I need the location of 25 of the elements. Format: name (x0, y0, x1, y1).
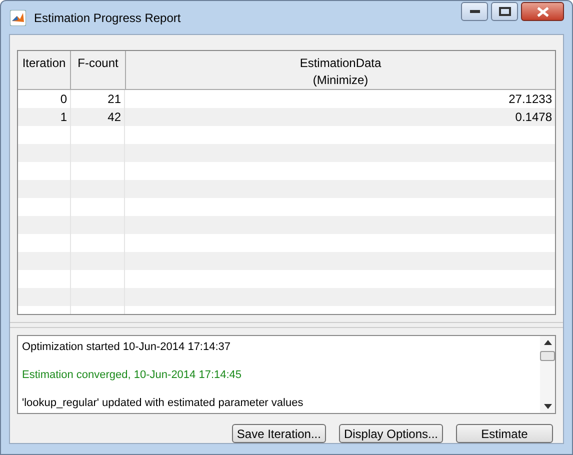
minimize-button[interactable] (461, 2, 488, 21)
maximize-button[interactable] (491, 2, 518, 21)
column-header[interactable]: Iteration (18, 51, 71, 89)
action-button[interactable]: Estimate (456, 424, 553, 443)
table-cell: 42 (71, 108, 125, 126)
table-cell-text: 27.1233 (508, 91, 553, 108)
log-message: Optimization started 10-Jun-2014 17:14:37 (22, 340, 232, 355)
log-message: Estimation converged, 10-Jun-2014 17:14:45 (22, 368, 243, 383)
action-button[interactable]: Save Iteration... (232, 424, 326, 443)
column-header[interactable]: F-count (71, 51, 126, 89)
log-message: 'lookup_regular' updated with estimated parameter values (22, 396, 304, 411)
up-arrow-icon (544, 340, 552, 345)
table-cell-text: 0.1478 (514, 109, 553, 126)
scrollbar[interactable] (540, 336, 555, 413)
maximize-icon (498, 7, 510, 16)
column-header[interactable]: EstimationData (Minimize) (126, 51, 555, 89)
app-icon (10, 10, 26, 26)
minimize-icon (470, 10, 480, 14)
window-title: Estimation Progress Report (34, 10, 181, 24)
action-button[interactable]: Display Options... (338, 424, 443, 443)
close-icon (536, 6, 548, 16)
scrollbar-thumb[interactable] (540, 351, 555, 361)
table-cell: 1 (18, 108, 71, 126)
close-button[interactable] (521, 2, 564, 21)
down-arrow-icon (544, 404, 552, 409)
